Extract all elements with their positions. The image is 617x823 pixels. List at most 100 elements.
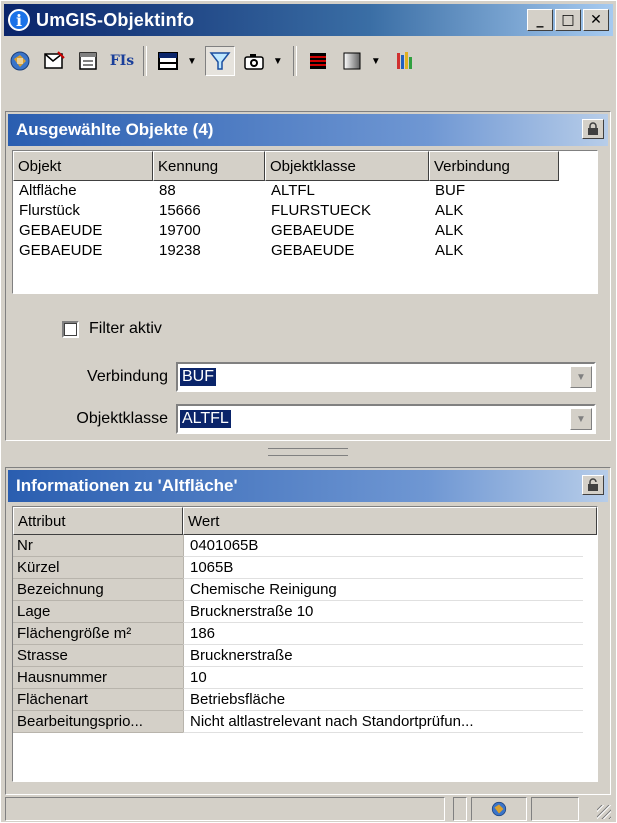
table-row[interactable]: Strasse Brucknerstraße: [13, 645, 597, 667]
cell-objektklasse: ALTFL: [271, 182, 315, 199]
chevron-down-icon[interactable]: ▼: [570, 408, 592, 430]
verbindung-label: Verbindung: [87, 368, 168, 385]
filter-icon: [209, 52, 231, 70]
gradient-button[interactable]: [337, 46, 367, 76]
info-title: Informationen zu 'Altfläche': [16, 476, 238, 495]
column-header-attribut[interactable]: Attribut: [13, 507, 183, 535]
objektklasse-select[interactable]: ALTFL ▼: [176, 404, 596, 434]
maximize-button[interactable]: □: [555, 9, 581, 31]
info-header: Informationen zu 'Altfläche': [8, 470, 608, 502]
selected-objects-header: Ausgewählte Objekte (4): [8, 114, 608, 146]
table-row[interactable]: Kürzel 1065B: [13, 557, 597, 579]
lock-button[interactable]: [582, 119, 604, 139]
attribute-name: Hausnummer: [13, 667, 183, 689]
cell-kennung: 15666: [159, 202, 201, 219]
verbindung-row: Verbindung BUF ▼: [14, 362, 596, 392]
mail-icon: [44, 51, 65, 69]
palette-button[interactable]: [389, 46, 419, 76]
list-item[interactable]: Flurstück 15666 FLURSTUECK ALK: [13, 201, 597, 221]
verbindung-select[interactable]: BUF ▼: [176, 362, 596, 392]
attribute-value: 186: [183, 623, 583, 645]
table-button[interactable]: [153, 46, 183, 76]
cell-verbindung: ALK: [435, 242, 464, 259]
fls-button[interactable]: FIs: [107, 46, 137, 76]
selected-objects-panel: Ausgewählte Objekte (4) Objekt Kennung O…: [5, 111, 611, 441]
lock-icon: [588, 122, 598, 135]
filter-checkbox[interactable]: [62, 320, 79, 338]
close-button[interactable]: ✕: [583, 9, 609, 31]
cell-objekt: Altfläche: [19, 182, 77, 199]
attribute-grid-header: Attribut Wert: [13, 507, 597, 535]
minimize-button[interactable]: _: [527, 9, 553, 31]
attribute-name: Flächenart: [13, 689, 183, 711]
table-row[interactable]: Flächengröße m² 186: [13, 623, 597, 645]
table-row[interactable]: Bearbeitungsprio... Nicht altlastrelevant…: [13, 711, 597, 733]
attribute-value: 1065B: [183, 557, 583, 579]
attribute-value: Brucknerstraße: [183, 645, 583, 667]
status-panel-globe: [471, 797, 527, 821]
verbindung-value: BUF: [180, 368, 216, 386]
list-item[interactable]: GEBAEUDE 19238 GEBAEUDE ALK: [13, 241, 597, 261]
title-bar[interactable]: i UmGIS-Objektinfo _ □ ✕: [4, 4, 613, 36]
status-panel-main: [5, 797, 445, 821]
panel-splitter[interactable]: [5, 443, 611, 461]
column-header-objekt[interactable]: Objekt: [13, 151, 153, 181]
filter-checkbox-row[interactable]: Filter aktiv: [62, 320, 162, 338]
objektinfo-window: i UmGIS-Objektinfo _ □ ✕ FIs ▼ ▼ ▼ Ausge…: [0, 0, 617, 823]
cell-verbindung: BUF: [435, 182, 465, 199]
table-row[interactable]: Bezeichnung Chemische Reinigung: [13, 579, 597, 601]
cell-objekt: Flurstück: [19, 202, 80, 219]
splitter-grip-icon[interactable]: [268, 448, 348, 456]
filter-button[interactable]: [204, 46, 235, 76]
mail-button[interactable]: [39, 46, 69, 76]
attribute-value: Betriebsfläche: [183, 689, 583, 711]
attribute-name: Nr: [13, 535, 183, 557]
column-header-kennung[interactable]: Kennung: [153, 151, 265, 181]
attribute-value: 10: [183, 667, 583, 689]
info-panel: Informationen zu 'Altfläche' Attribut We…: [5, 467, 611, 795]
status-bar: [5, 797, 613, 821]
filter-label: Filter aktiv: [89, 320, 162, 337]
table-row[interactable]: Flächenart Betriebsfläche: [13, 689, 597, 711]
column-header-wert[interactable]: Wert: [183, 507, 597, 535]
lines-button[interactable]: [303, 46, 333, 76]
cell-verbindung: ALK: [435, 202, 464, 219]
lines-icon: [309, 53, 326, 69]
toolbar-separator: [143, 46, 147, 76]
table-row[interactable]: Hausnummer 10: [13, 667, 597, 689]
attribute-value: Chemische Reinigung: [183, 579, 583, 601]
objektklasse-label: Objektklasse: [76, 410, 168, 427]
gradient-dropdown-icon[interactable]: ▼: [371, 56, 381, 67]
gradient-icon: [343, 52, 361, 70]
table-row[interactable]: Lage Brucknerstraße 10: [13, 601, 597, 623]
unlock-button[interactable]: [582, 475, 604, 495]
list-item[interactable]: Altfläche 88 ALTFL BUF: [13, 181, 597, 201]
table-dropdown-icon[interactable]: ▼: [187, 56, 197, 67]
info-icon: i: [8, 9, 30, 31]
attribute-name: Flächengröße m²: [13, 623, 183, 645]
cell-kennung: 19238: [159, 242, 201, 259]
globe-icon: [10, 51, 30, 71]
list-item[interactable]: GEBAEUDE 19700 GEBAEUDE ALK: [13, 221, 597, 241]
chevron-down-icon[interactable]: ▼: [570, 366, 592, 388]
form-icon: [79, 52, 97, 70]
camera-dropdown-icon[interactable]: ▼: [273, 56, 283, 67]
attribute-name: Bezeichnung: [13, 579, 183, 601]
resize-grip-icon[interactable]: [597, 805, 611, 819]
unlock-icon: [588, 478, 598, 491]
cell-kennung: 88: [159, 182, 176, 199]
attribute-name: Bearbeitungsprio...: [13, 711, 183, 733]
camera-button[interactable]: [239, 46, 269, 76]
cell-verbindung: ALK: [435, 222, 464, 239]
column-header-objektklasse[interactable]: Objektklasse: [265, 151, 429, 181]
toolbar-separator: [292, 46, 297, 76]
globe-button[interactable]: [5, 46, 35, 76]
objects-list[interactable]: Objekt Kennung Objektklasse Verbindung A…: [12, 150, 598, 294]
attribute-grid[interactable]: Attribut Wert Nr 0401065B Kürzel 1065B Bez…: [12, 506, 598, 782]
form-button[interactable]: [73, 46, 103, 76]
cell-objektklasse: GEBAEUDE: [271, 222, 355, 239]
column-header-verbindung[interactable]: Verbindung: [429, 151, 559, 181]
table-row[interactable]: Nr 0401065B: [13, 535, 597, 557]
objektklasse-row: Objektklasse ALTFL ▼: [14, 404, 596, 434]
cell-objekt: GEBAEUDE: [19, 222, 103, 239]
